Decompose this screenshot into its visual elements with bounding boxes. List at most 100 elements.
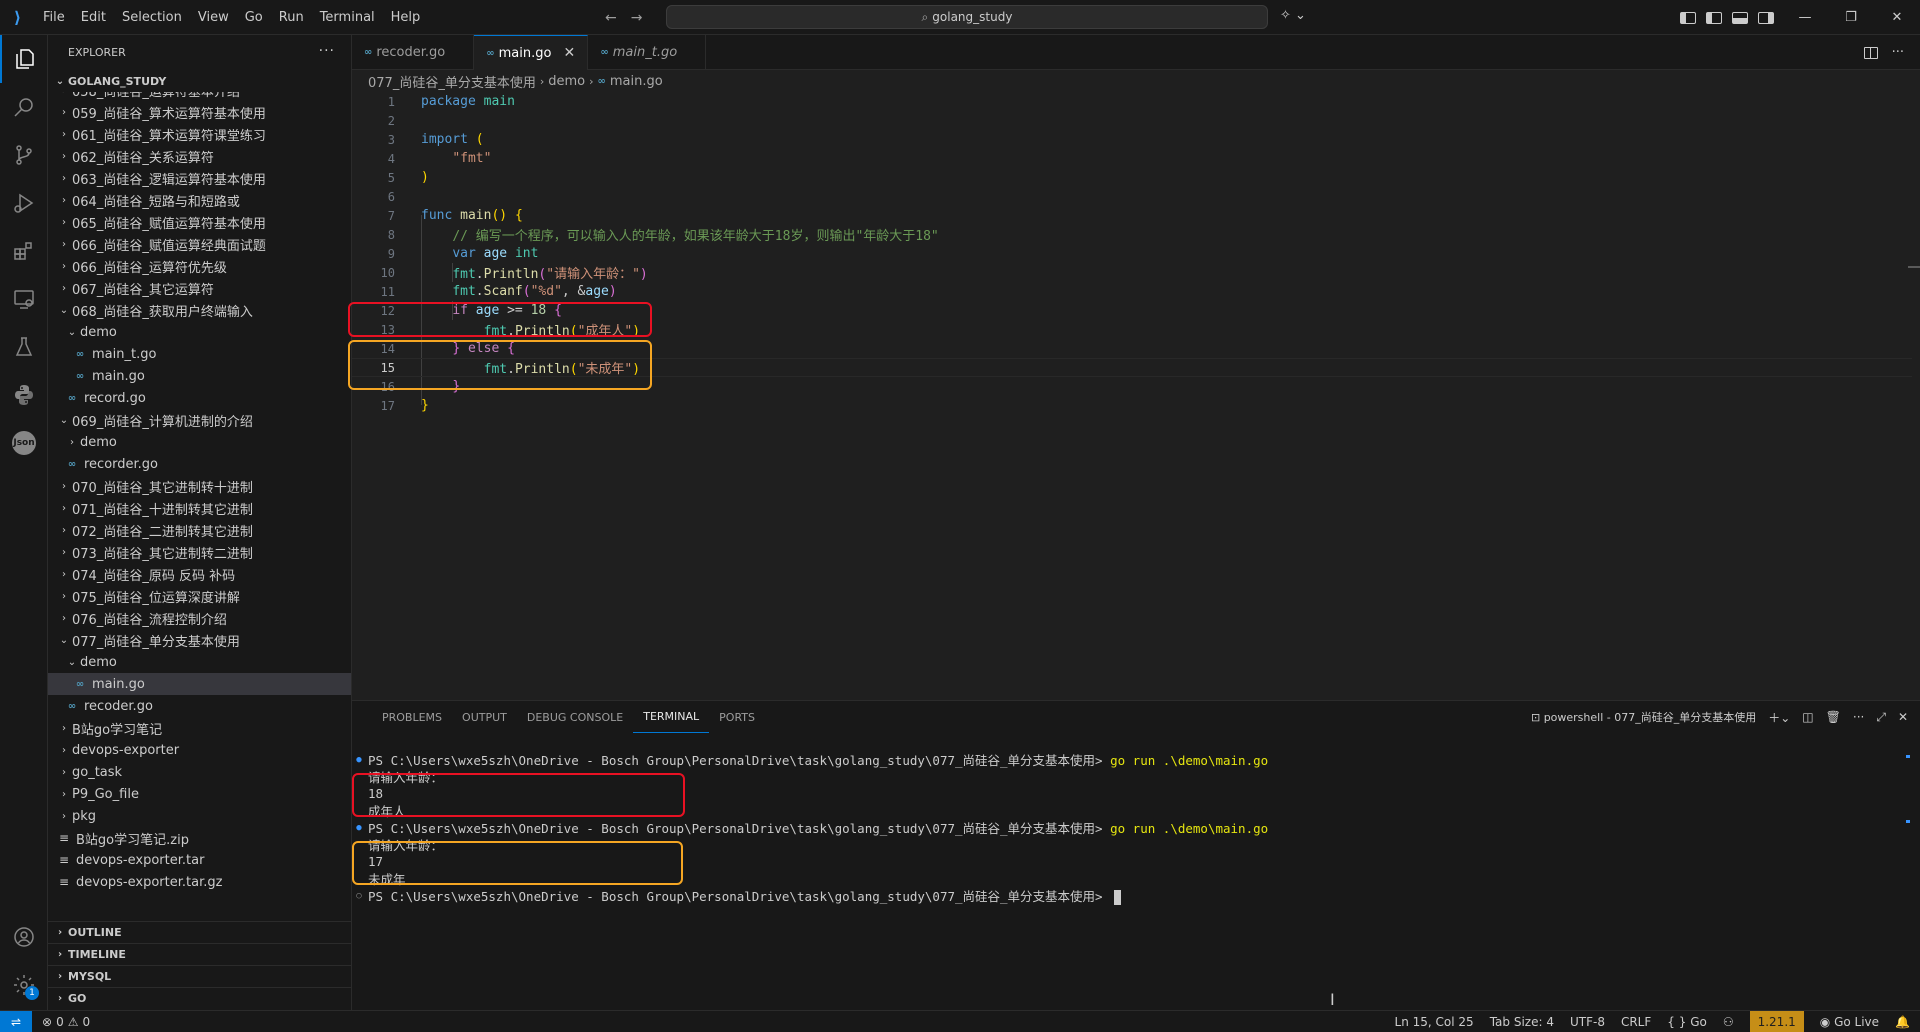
tree-file[interactable]: ∞ main_t.go bbox=[48, 343, 351, 365]
tree-folder[interactable]: › 070_尚硅谷_其它进制转十进制 bbox=[48, 475, 351, 497]
tab-main_t-go[interactable]: ∞ main_t.go bbox=[588, 35, 707, 70]
tree-folder[interactable]: › 062_尚硅谷_关系运算符 bbox=[48, 145, 351, 167]
tree-folder[interactable]: ⌄ 068_尚硅谷_获取用户终端输入 bbox=[48, 299, 351, 321]
restore-icon[interactable]: ❐ bbox=[1828, 0, 1874, 35]
code-line[interactable]: 14 } else { bbox=[352, 339, 1912, 358]
language-mode[interactable]: { } Go bbox=[1667, 1015, 1707, 1029]
code-line[interactable]: 10 fmt.Println("请输入年龄：") bbox=[352, 263, 1912, 283]
section-go[interactable]: › GO bbox=[48, 987, 351, 1009]
tree-folder[interactable]: › 059_尚硅谷_算术运算符基本使用 bbox=[48, 101, 351, 123]
menu-edit[interactable]: Edit bbox=[73, 0, 114, 35]
tree-folder[interactable]: ⌄ 069_尚硅谷_计算机进制的介绍 bbox=[48, 409, 351, 431]
panel-tab-output[interactable]: OUTPUT bbox=[452, 701, 517, 733]
command-decoration-icon[interactable]: ● bbox=[352, 755, 366, 765]
tree-folder[interactable]: › 073_尚硅谷_其它进制转二进制 bbox=[48, 541, 351, 563]
notifications-bell-icon[interactable]: 🔔 bbox=[1895, 1015, 1910, 1029]
tree-file[interactable]: ∞ record.go bbox=[48, 387, 351, 409]
menu-selection[interactable]: Selection bbox=[114, 0, 190, 35]
remote-explorer-icon[interactable] bbox=[0, 275, 48, 323]
breadcrumb-subfolder[interactable]: demo bbox=[548, 74, 585, 89]
tab-recoder-go[interactable]: ∞ recoder.go bbox=[352, 35, 475, 70]
section-timeline[interactable]: › TIMELINE bbox=[48, 943, 351, 965]
cursor-position[interactable]: Ln 15, Col 25 bbox=[1395, 1015, 1474, 1029]
back-arrow-icon[interactable]: ← bbox=[605, 10, 617, 26]
new-terminal-icon[interactable]: ＋⌄ bbox=[1768, 709, 1790, 726]
menu-view[interactable]: View bbox=[190, 0, 237, 35]
split-editor-icon[interactable] bbox=[1863, 46, 1878, 59]
toggle-panel-icon[interactable] bbox=[1732, 11, 1748, 24]
copilot-icon[interactable]: ✧ ⌄ bbox=[1280, 8, 1306, 23]
code-line[interactable]: 12 if age >= 18 { bbox=[352, 301, 1912, 320]
problems-indicator[interactable]: ⊗ 0 ⚠ 0 bbox=[42, 1015, 90, 1029]
json-icon[interactable]: Json bbox=[0, 419, 48, 467]
breadcrumb-folder[interactable]: 077_尚硅谷_单分支基本使用 bbox=[368, 72, 536, 91]
workspace-root[interactable]: ⌄ GOLANG_STUDY bbox=[48, 70, 351, 92]
code-line[interactable]: 17} bbox=[352, 396, 1912, 415]
tree-file[interactable]: ∞ recorder.go bbox=[48, 453, 351, 475]
close-tab-icon[interactable]: ✕ bbox=[561, 45, 577, 61]
menu-help[interactable]: Help bbox=[383, 0, 429, 35]
code-editor[interactable]: 1 package main 2 3 import (4 "fmt" 5) 6 7 func m… bbox=[348, 92, 1920, 692]
panel-tab-terminal[interactable]: TERMINAL bbox=[633, 701, 710, 733]
panel-tab-problems[interactable]: PROBLEMS bbox=[372, 701, 452, 733]
code-line[interactable]: 6 bbox=[352, 187, 1912, 206]
tree-folder[interactable]: › 064_尚硅谷_短路与和短路或 bbox=[48, 189, 351, 211]
tree-folder[interactable]: › pkg bbox=[48, 805, 351, 827]
code-line[interactable]: 11 fmt.Scanf("%d", &age) bbox=[352, 282, 1912, 301]
tree-folder[interactable]: › 065_尚硅谷_赋值运算符基本使用 bbox=[48, 211, 351, 233]
menu-terminal[interactable]: Terminal bbox=[312, 0, 383, 35]
code-line[interactable]: 2 bbox=[352, 111, 1912, 130]
tree-folder[interactable]: › 072_尚硅谷_二进制转其它进制 bbox=[48, 519, 351, 541]
more-actions-icon[interactable]: ··· bbox=[319, 43, 335, 59]
extensions-icon[interactable] bbox=[0, 227, 48, 275]
maximize-panel-icon[interactable]: ⤢ bbox=[1876, 710, 1886, 725]
manage-gear-icon[interactable]: 1 bbox=[0, 961, 48, 1009]
tree-folder[interactable]: › demo bbox=[48, 431, 351, 453]
more-panel-actions-icon[interactable]: ··· bbox=[1853, 710, 1864, 724]
section-outline[interactable]: › OUTLINE bbox=[48, 921, 351, 943]
close-window-icon[interactable]: ✕ bbox=[1874, 0, 1920, 35]
command-center-search[interactable]: ⌕ golang_study bbox=[666, 5, 1268, 29]
command-decoration-icon[interactable]: ○ bbox=[352, 891, 366, 901]
tree-folder[interactable]: › 067_尚硅谷_其它运算符 bbox=[48, 277, 351, 299]
panel-tab-debug-console[interactable]: DEBUG CONSOLE bbox=[517, 701, 633, 733]
go-version[interactable]: 1.21.1 bbox=[1749, 1011, 1804, 1032]
tree-folder[interactable]: › 071_尚硅谷_十进制转其它进制 bbox=[48, 497, 351, 519]
explorer-icon[interactable] bbox=[0, 35, 48, 83]
tree-folder[interactable]: › 074_尚硅谷_原码 反码 补码 bbox=[48, 563, 351, 585]
tab-size[interactable]: Tab Size: 4 bbox=[1490, 1015, 1554, 1029]
code-line[interactable]: 15 fmt.Println("未成年") bbox=[352, 358, 1912, 377]
tree-folder[interactable]: ⌄ demo bbox=[48, 651, 351, 673]
menu-go[interactable]: Go bbox=[237, 0, 271, 35]
terminal-shell-label[interactable]: ⊡ powershell - 077_尚硅谷_单分支基本使用 bbox=[1531, 709, 1756, 725]
code-line[interactable]: 16 } bbox=[352, 377, 1912, 396]
tree-folder[interactable]: ⌄ demo bbox=[48, 321, 351, 343]
tree-folder[interactable]: › devops-exporter bbox=[48, 739, 351, 761]
tree-file[interactable]: ∞ main.go bbox=[48, 673, 351, 695]
code-line[interactable]: 13 fmt.Println("成年人") bbox=[352, 320, 1912, 340]
more-editor-actions-icon[interactable]: ··· bbox=[1892, 45, 1904, 60]
tree-folder[interactable]: › 075_尚硅谷_位运算深度讲解 bbox=[48, 585, 351, 607]
code-line[interactable]: 1 package main bbox=[352, 92, 1912, 111]
tree-folder[interactable]: › 063_尚硅谷_逻辑运算符基本使用 bbox=[48, 167, 351, 189]
python-icon[interactable] bbox=[0, 371, 48, 419]
source-control-icon[interactable] bbox=[0, 131, 48, 179]
minimize-icon[interactable]: — bbox=[1782, 0, 1828, 35]
tree-folder[interactable]: › 061_尚硅谷_算术运算符课堂练习 bbox=[48, 123, 351, 145]
remote-indicator-icon[interactable]: ⇌ bbox=[0, 1010, 32, 1032]
toggle-primary-sidebar-icon[interactable] bbox=[1706, 11, 1722, 24]
tree-folder[interactable]: ⌄ 077_尚硅谷_单分支基本使用 bbox=[48, 629, 351, 651]
testing-icon[interactable] bbox=[0, 323, 48, 371]
code-line[interactable]: 3 import ( bbox=[352, 130, 1912, 149]
breadcrumb-file[interactable]: main.go bbox=[610, 74, 663, 89]
line-ending[interactable]: CRLF bbox=[1621, 1015, 1651, 1029]
kill-terminal-icon[interactable]: 🗑 bbox=[1826, 710, 1841, 724]
code-line[interactable]: 5) bbox=[352, 168, 1912, 187]
forward-arrow-icon[interactable]: → bbox=[631, 10, 643, 26]
tree-file[interactable]: ≡ devops-exporter.tar bbox=[48, 849, 351, 871]
command-decoration-icon[interactable]: ● bbox=[352, 823, 366, 833]
split-terminal-icon[interactable]: ◫ bbox=[1802, 710, 1813, 724]
menu-run[interactable]: Run bbox=[271, 0, 312, 35]
accounts-icon[interactable] bbox=[0, 913, 48, 961]
tree-file[interactable]: ∞ main.go bbox=[48, 365, 351, 387]
